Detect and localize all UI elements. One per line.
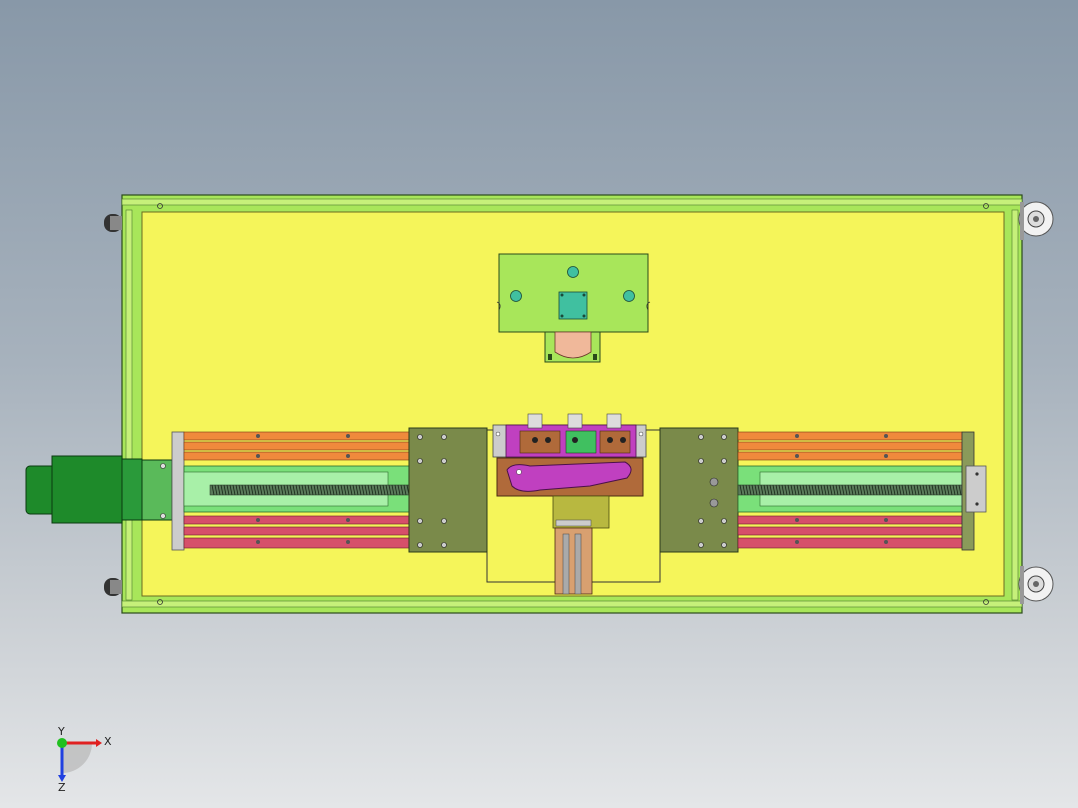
top-fixture-bracket [544,331,601,363]
right-carriage [659,427,739,553]
left-rail-red [183,515,411,549]
z-axis-label: Z [58,781,66,794]
right-ball-screw [737,484,963,496]
top-fixture-plate [496,253,651,333]
caster-bottom-left [104,578,122,596]
center-tool-holder [496,457,644,497]
x-axis-arrowhead [96,739,102,747]
y-axis-dot [57,738,67,748]
machine-assembly-model[interactable] [0,0,1078,808]
frame-bottom-rail [121,600,1023,608]
cad-viewport[interactable]: X Y Z [0,0,1078,808]
triad-shade [62,743,92,773]
servo-motor [25,455,173,524]
left-ball-screw [209,484,411,496]
right-rail-orange [737,431,963,461]
caster-bottom-right [1018,566,1054,604]
caster-top-right [1018,201,1054,240]
y-axis-label: Y [57,725,65,738]
right-rail-red [737,515,963,549]
left-carriage [408,427,488,553]
x-axis-label: X [104,735,112,748]
caster-top-left [104,214,122,232]
frame-left-rail [125,209,133,601]
frame-right-rail [1011,209,1019,601]
orientation-triad[interactable]: X Y Z [40,725,120,795]
frame-top-rail [121,198,1023,206]
left-rail-orange [183,431,411,461]
